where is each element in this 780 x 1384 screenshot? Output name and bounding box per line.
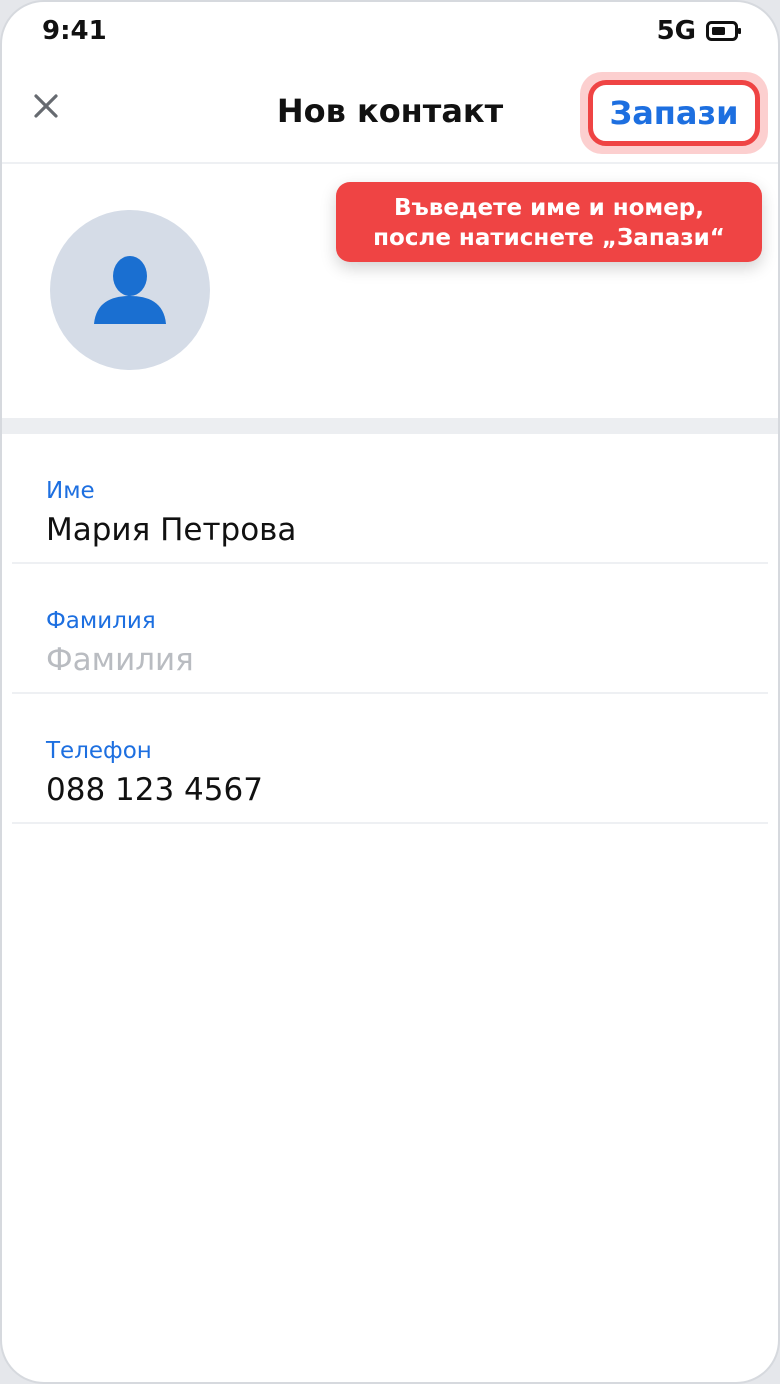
last-name-label: Фамилия (46, 608, 156, 634)
battery-icon (706, 21, 742, 41)
network-indicator: 5G (656, 16, 696, 46)
status-time: 9:41 (42, 16, 107, 46)
first-name-field: Име (12, 434, 768, 564)
phone-frame: 9:41 5G Нов контакт Запази Въведете име … (0, 0, 780, 1384)
contact-form: Име Фамилия Телефон (2, 434, 778, 824)
phone-input[interactable] (46, 768, 726, 812)
last-name-field: Фамилия (12, 564, 768, 694)
status-bar: 9:41 5G (2, 2, 778, 62)
phone-label: Телефон (46, 738, 152, 764)
first-name-label: Име (46, 478, 95, 504)
hint-line-1: Въведете име и номер, (393, 195, 705, 221)
header-bar: Нов контакт Запази (2, 62, 778, 164)
phone-field: Телефон (12, 694, 768, 824)
save-button[interactable]: Запази (588, 80, 760, 146)
status-indicators: 5G (657, 16, 742, 46)
hint-tooltip: Въведете име и номер, после натиснете „З… (336, 182, 762, 262)
section-divider (2, 418, 778, 434)
avatar-section: Въведете име и номер, после натиснете „З… (2, 164, 778, 418)
avatar[interactable] (50, 210, 210, 370)
person-icon (90, 248, 170, 332)
last-name-input[interactable] (46, 638, 726, 682)
first-name-input[interactable] (46, 508, 726, 552)
hint-line-2: после натиснете „Запази“ (373, 225, 725, 251)
